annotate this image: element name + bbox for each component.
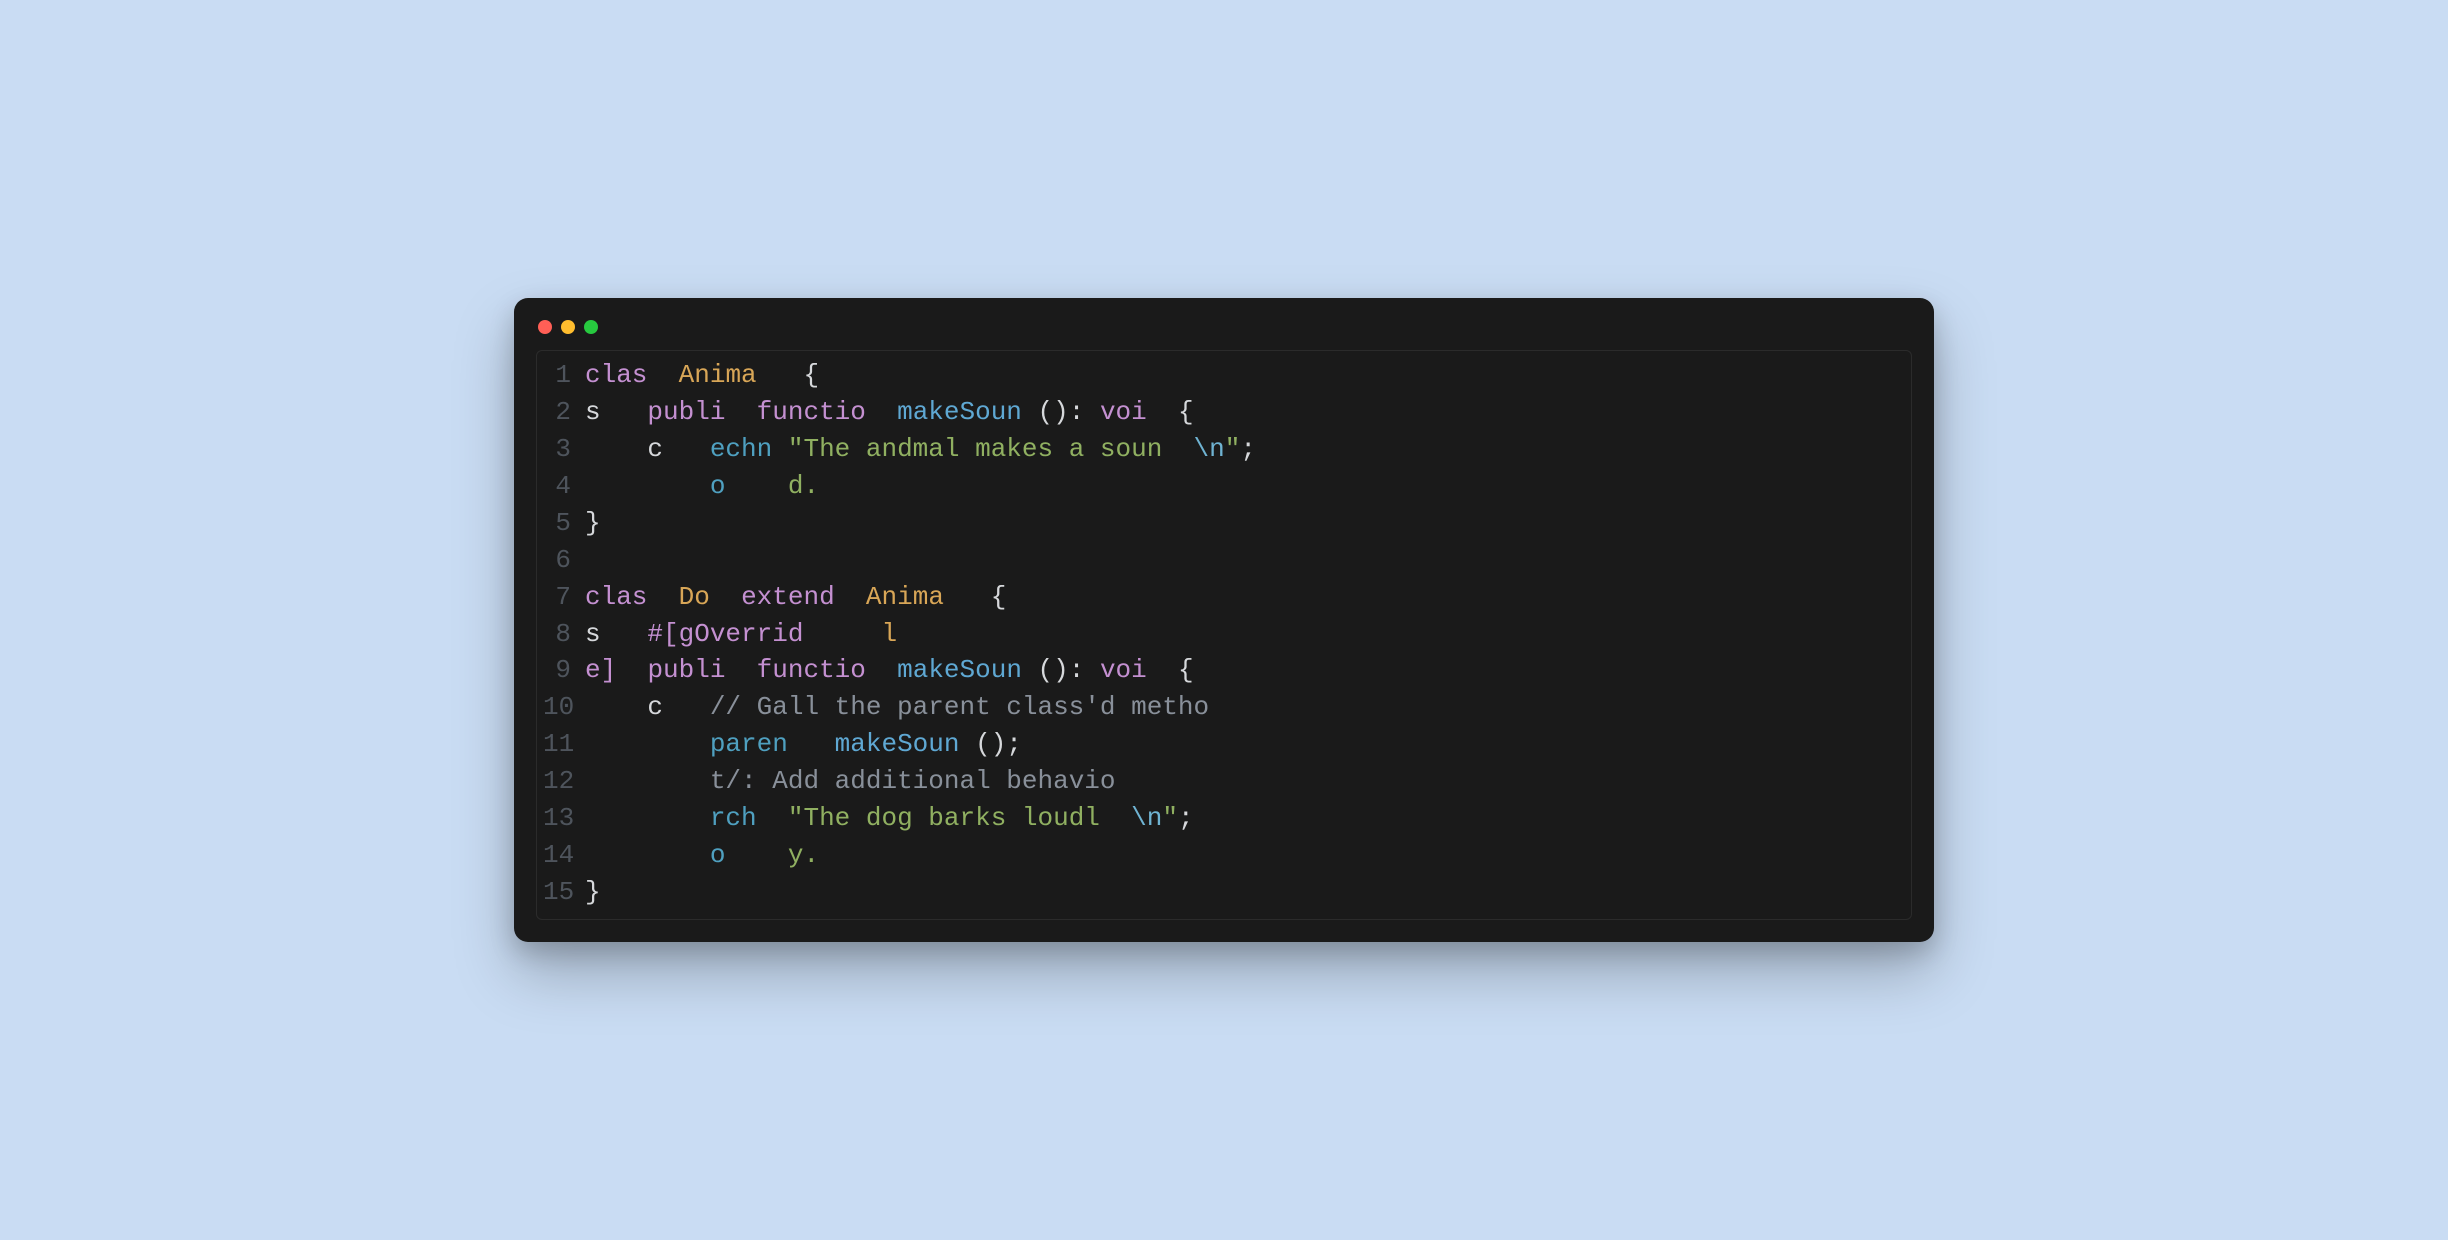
code-text[interactable]: } bbox=[585, 874, 601, 911]
line-number: 11 bbox=[543, 726, 585, 763]
line-number: 7 bbox=[543, 579, 585, 616]
titlebar bbox=[536, 316, 1912, 350]
code-line[interactable]: 12 t/: Add additional behavio bbox=[543, 763, 1897, 800]
code-text[interactable]: s #[gOverrid l bbox=[585, 616, 897, 653]
code-line[interactable]: 1clas Anima { bbox=[543, 357, 1897, 394]
code-line[interactable]: 7clas Do extend Anima { bbox=[543, 579, 1897, 616]
line-number: 10 bbox=[543, 689, 585, 726]
close-icon[interactable] bbox=[538, 320, 552, 334]
code-text[interactable]: c echn "The andmal makes a soun \n"; bbox=[585, 431, 1256, 468]
line-number: 14 bbox=[543, 837, 585, 874]
code-text[interactable]: o d. bbox=[585, 468, 819, 505]
code-line[interactable]: 3 c echn "The andmal makes a soun \n"; bbox=[543, 431, 1897, 468]
line-number: 15 bbox=[543, 874, 585, 911]
code-line[interactable]: 11 paren makeSoun (); bbox=[543, 726, 1897, 763]
code-editor[interactable]: 1clas Anima {2s publi functio makeSoun (… bbox=[536, 350, 1912, 920]
line-number: 6 bbox=[543, 542, 585, 579]
line-number: 4 bbox=[543, 468, 585, 505]
code-text[interactable]: } bbox=[585, 505, 601, 542]
code-line[interactable]: 13 rch "The dog barks loudl \n"; bbox=[543, 800, 1897, 837]
code-text[interactable]: clas Anima { bbox=[585, 357, 819, 394]
code-line[interactable]: 14 o y. bbox=[543, 837, 1897, 874]
code-line[interactable]: 2s publi functio makeSoun (): voi { bbox=[543, 394, 1897, 431]
line-number: 5 bbox=[543, 505, 585, 542]
code-text[interactable]: rch "The dog barks loudl \n"; bbox=[585, 800, 1194, 837]
zoom-icon[interactable] bbox=[584, 320, 598, 334]
code-line[interactable]: 4 o d. bbox=[543, 468, 1897, 505]
code-line[interactable]: 10 c // Gall the parent class'd metho bbox=[543, 689, 1897, 726]
line-number: 3 bbox=[543, 431, 585, 468]
code-text[interactable]: s publi functio makeSoun (): voi { bbox=[585, 394, 1194, 431]
line-number: 12 bbox=[543, 763, 585, 800]
line-number: 9 bbox=[543, 652, 585, 689]
code-text[interactable]: c // Gall the parent class'd metho bbox=[585, 689, 1209, 726]
code-window: 1clas Anima {2s publi functio makeSoun (… bbox=[514, 298, 1934, 942]
minimize-icon[interactable] bbox=[561, 320, 575, 334]
code-text[interactable]: e] publi functio makeSoun (): voi { bbox=[585, 652, 1194, 689]
code-text[interactable]: o y. bbox=[585, 837, 819, 874]
code-line[interactable]: 6 bbox=[543, 542, 1897, 579]
code-line[interactable]: 8s #[gOverrid l bbox=[543, 616, 1897, 653]
line-number: 13 bbox=[543, 800, 585, 837]
code-line[interactable]: 15} bbox=[543, 874, 1897, 911]
code-line[interactable]: 9e] publi functio makeSoun (): voi { bbox=[543, 652, 1897, 689]
code-text[interactable]: paren makeSoun (); bbox=[585, 726, 1022, 763]
code-line[interactable]: 5} bbox=[543, 505, 1897, 542]
line-number: 2 bbox=[543, 394, 585, 431]
code-text[interactable] bbox=[585, 542, 601, 579]
line-number: 8 bbox=[543, 616, 585, 653]
code-text[interactable]: clas Do extend Anima { bbox=[585, 579, 1006, 616]
code-text[interactable]: t/: Add additional behavio bbox=[585, 763, 1116, 800]
line-number: 1 bbox=[543, 357, 585, 394]
